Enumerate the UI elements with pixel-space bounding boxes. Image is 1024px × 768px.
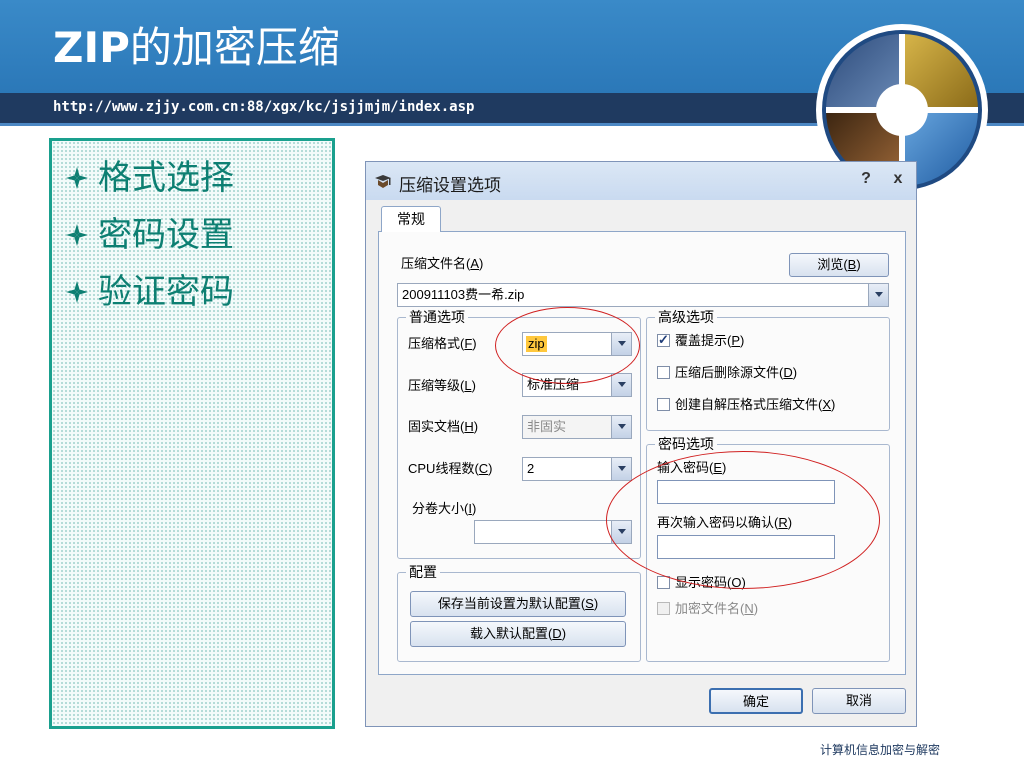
annotation-ring-password (606, 451, 880, 589)
bullet-item: 密码设置 (64, 206, 234, 263)
slide-title-suffix: 的加密压缩 (129, 23, 340, 72)
solid-value: 非固实 (527, 419, 567, 434)
slide-url: http://www.zjjy.com.cn:88/xgx/kc/jsjjmjm… (53, 99, 475, 115)
compression-settings-dialog: 压缩设置选项 ? x 常规 压缩文件名(A) 浏览(B) 200911103费一… (365, 161, 917, 727)
advanced-options-title: 高级选项 (655, 309, 717, 325)
star-bullet-icon (66, 166, 88, 189)
dialog-titlebar[interactable]: 压缩设置选项 ? x (366, 162, 916, 200)
threads-label: CPU线程数(C) (408, 461, 493, 476)
bullet-label: 格式选择 (98, 157, 234, 198)
dropdown-arrow-icon[interactable] (611, 374, 631, 396)
dropdown-arrow-icon[interactable] (611, 458, 631, 480)
bullet-label: 密码设置 (98, 214, 234, 255)
create-sfx-label[interactable]: 创建自解压格式压缩文件(X) (675, 397, 835, 413)
overwrite-prompt-checkbox[interactable] (657, 332, 670, 348)
archive-name-value: 200911103费一希.zip (402, 287, 525, 302)
config-group: 配置 保存当前设置为默认配置(S) 载入默认配置(D) (397, 564, 641, 662)
dialog-title: 压缩设置选项 (399, 176, 501, 195)
help-button[interactable]: ? (856, 170, 876, 188)
threads-value: 2 (527, 461, 535, 476)
encrypt-filenames-checkbox (657, 602, 670, 615)
archive-name-label: 压缩文件名(A) (401, 256, 484, 271)
password-options-title: 密码选项 (655, 436, 717, 452)
browse-button[interactable]: 浏览(B) (789, 253, 889, 277)
dropdown-arrow-icon (611, 416, 631, 438)
solid-select: 非固实 (522, 415, 632, 439)
dropdown-arrow-icon[interactable] (868, 284, 888, 306)
bullet-item: 格式选择 (64, 149, 234, 206)
create-sfx-checkbox[interactable] (657, 398, 670, 411)
level-label: 压缩等级(L) (408, 378, 476, 393)
slide-title: ZIP的加密压缩 (53, 22, 340, 74)
bullet-panel: 格式选择 密码设置 验证密码 (49, 138, 335, 729)
star-bullet-icon (66, 223, 88, 246)
slide: ZIP的加密压缩 http://www.zjjy.com.cn:88/xgx/k… (0, 0, 1024, 768)
format-label: 压缩格式(F) (408, 336, 477, 351)
tab-general[interactable]: 常规 (381, 206, 441, 232)
cancel-button[interactable]: 取消 (812, 688, 906, 714)
delete-source-label[interactable]: 压缩后删除源文件(D) (675, 365, 797, 381)
star-bullet-icon (66, 280, 88, 303)
volume-label: 分卷大小(I) (412, 501, 477, 516)
solid-label: 固实文档(H) (408, 419, 479, 434)
load-default-config-button[interactable]: 载入默认配置(D) (410, 621, 626, 647)
threads-select[interactable]: 2 (522, 457, 632, 481)
general-options-title: 普通选项 (406, 309, 468, 325)
bullet-label: 验证密码 (98, 271, 234, 312)
delete-source-checkbox[interactable] (657, 366, 670, 379)
config-title: 配置 (406, 564, 440, 580)
app-icon (375, 175, 391, 188)
bullet-list: 格式选择 密码设置 验证密码 (64, 149, 234, 320)
tab-panel-general: 压缩文件名(A) 浏览(B) 200911103费一希.zip 普通选项 压缩格… (378, 231, 906, 675)
bullet-item: 验证密码 (64, 263, 234, 320)
advanced-options-group: 高级选项 覆盖提示(P) 压缩后删除源文件(D) 创建自解压格式压缩文件(X) (646, 309, 890, 431)
slide-title-prefix: ZIP (53, 23, 130, 72)
ok-button[interactable]: 确定 (709, 688, 803, 714)
footer-text: 计算机信息加密与解密 (820, 743, 941, 757)
encrypt-filenames-label: 加密文件名(N) (675, 601, 759, 616)
save-default-config-button[interactable]: 保存当前设置为默认配置(S) (410, 591, 626, 617)
overwrite-prompt-label[interactable]: 覆盖提示(P) (675, 333, 744, 349)
close-button[interactable]: x (888, 170, 908, 188)
archive-name-combo[interactable]: 200911103费一希.zip (397, 283, 889, 307)
annotation-ring-format (495, 307, 640, 384)
